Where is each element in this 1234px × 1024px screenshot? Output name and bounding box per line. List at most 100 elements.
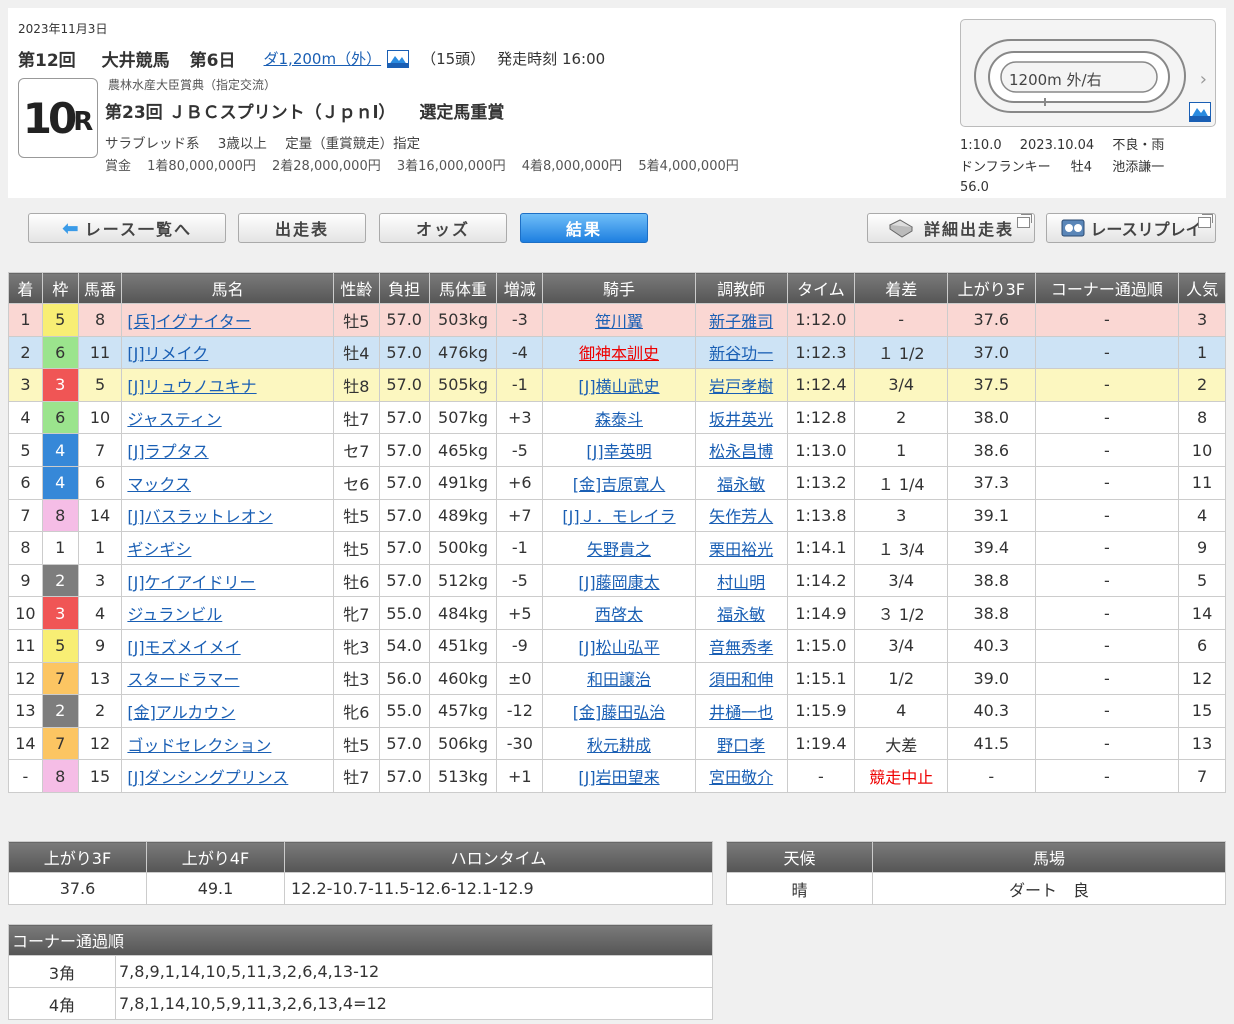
jockey-link[interactable]: 矢野貴之 xyxy=(587,540,651,559)
col-waku[interactable]: 枠 xyxy=(41,272,79,304)
jockey-link[interactable]: [J]松山弘平 xyxy=(578,638,659,657)
result-row: 4 6 10 ジャスティン 牡7 57.0 507kg +3 森泰斗 坂井英光 1:12.8 2 38.… xyxy=(8,400,1226,435)
horse-name-link[interactable]: [J]モズメイメイ xyxy=(127,638,240,657)
back-arrow-icon: ⬅ xyxy=(62,216,79,240)
race-number-badge: 10 R xyxy=(18,78,98,158)
col-sex-age[interactable]: 性齢 xyxy=(332,272,380,304)
horse-name-link[interactable]: [J]ケイアイドリー xyxy=(127,573,255,592)
col-horse-number[interactable]: 馬番 xyxy=(77,272,123,304)
trainer-link[interactable]: 村山明 xyxy=(717,573,765,592)
last-3f-cell: 37.6 xyxy=(947,303,1036,337)
body-weight-cell: 500kg xyxy=(428,531,498,565)
race-list-button[interactable]: ⬅ レース一覧へ xyxy=(28,213,226,243)
trainer-link[interactable]: 須田和伸 xyxy=(709,670,773,689)
course-map-icon[interactable] xyxy=(387,49,410,68)
jockey-link[interactable]: [J]岩田望来 xyxy=(578,768,659,787)
position-cell: 3 xyxy=(8,368,43,402)
trainer-cell: 矢作芳人 xyxy=(694,498,788,533)
jockey-link[interactable]: 秋元耕成 xyxy=(587,736,651,755)
trainer-link[interactable]: 福永敏 xyxy=(717,605,765,624)
trainer-cell: 新谷功一 xyxy=(694,335,788,370)
col-margin[interactable]: 着差 xyxy=(854,272,949,304)
col-position[interactable]: 着 xyxy=(8,272,43,304)
col-last-3f: 上がり3F xyxy=(8,841,147,873)
body-weight-cell: 513kg xyxy=(428,759,498,793)
trainer-link[interactable]: 栗田裕光 xyxy=(709,540,773,559)
horse-name-cell: ゴッドセレクション xyxy=(121,726,334,761)
last-3f-cell: 39.1 xyxy=(947,498,1036,533)
trainer-link[interactable]: 岩戸孝樹 xyxy=(709,377,773,396)
jockey-cell: [J]横山武史 xyxy=(542,368,696,402)
horse-name-cell: [J]バスラットレオン xyxy=(121,498,334,533)
popularity-cell: 14 xyxy=(1178,596,1226,630)
detail-entries-button[interactable]: 詳細出走表 xyxy=(867,213,1035,243)
condition-age: 3歳以上 xyxy=(217,136,267,152)
horse-name-link[interactable]: [兵]イグナイター xyxy=(127,312,251,331)
horse-name-link[interactable]: ギシギシ xyxy=(127,540,191,559)
col-weight-change[interactable]: 増減 xyxy=(496,272,544,304)
jockey-link[interactable]: 西啓太 xyxy=(595,605,643,624)
jockey-link[interactable]: [金]吉原寛人 xyxy=(573,475,666,494)
popularity-cell: 15 xyxy=(1178,694,1226,728)
trainer-link[interactable]: 矢作芳人 xyxy=(709,507,773,526)
horse-name-link[interactable]: [J]ダンシングプリンス xyxy=(127,768,288,787)
jockey-link[interactable]: [金]藤田弘治 xyxy=(573,703,666,722)
jockey-link[interactable]: 森泰斗 xyxy=(595,410,643,429)
col-last-3f[interactable]: 上がり3F xyxy=(947,272,1036,304)
jockey-link[interactable]: [J]Ｊ．モレイラ xyxy=(562,507,675,526)
horse-name-link[interactable]: [J]リメイク xyxy=(127,344,208,363)
jockey-link[interactable]: 和田譲治 xyxy=(587,670,651,689)
trainer-link[interactable]: 福永敏 xyxy=(717,475,765,494)
course-link[interactable]: ダ1,200m（外） xyxy=(264,48,382,69)
sex-age-cell: 牡4 xyxy=(332,335,380,370)
horse-name-link[interactable]: ゴッドセレクション xyxy=(127,736,271,755)
trainer-link[interactable]: 松永昌博 xyxy=(709,442,773,461)
jockey-link[interactable]: [J]幸英明 xyxy=(586,442,651,461)
tab-entries[interactable]: 出走表 xyxy=(238,213,366,243)
time-cell: 1:12.8 xyxy=(786,400,856,435)
trainer-link[interactable]: 新谷功一 xyxy=(709,344,773,363)
race-replay-button[interactable]: レースリプレイ xyxy=(1046,213,1216,243)
trainer-link[interactable]: 井樋一也 xyxy=(709,703,773,722)
col-trainer[interactable]: 調教師 xyxy=(694,272,788,304)
trainer-link[interactable]: 音無秀孝 xyxy=(709,638,773,657)
col-weight-carried[interactable]: 負担 xyxy=(378,272,430,304)
jockey-link[interactable]: [J]横山武史 xyxy=(578,377,659,396)
course-map-icon[interactable] xyxy=(1189,102,1211,122)
tab-result[interactable]: 結果 xyxy=(520,213,648,243)
horse-name-link[interactable]: [J]バスラットレオン xyxy=(127,507,272,526)
position-cell: 13 xyxy=(8,694,43,728)
corner-row: 3角 7,8,9,1,14,10,5,11,3,2,6,4,13-12 xyxy=(8,955,713,988)
waku-cell: 3 xyxy=(41,368,79,402)
trainer-cell: 福永敏 xyxy=(694,596,788,630)
col-popularity[interactable]: 人気 xyxy=(1178,272,1226,304)
sex-age-cell: 牡6 xyxy=(332,563,380,598)
horse-name-link[interactable]: マックス xyxy=(127,475,191,494)
margin-cell: １ 1/4 xyxy=(854,465,949,500)
record-horse: ドンフランキー xyxy=(960,160,1051,175)
horse-name-cell: ジャスティン xyxy=(121,400,334,435)
jockey-link[interactable]: [J]藤岡康太 xyxy=(578,573,659,592)
horse-name-link[interactable]: [J]リュウノユキナ xyxy=(127,377,256,396)
jockey-link[interactable]: 笹川翼 xyxy=(595,312,643,331)
col-corner-order[interactable]: コーナー通過順 xyxy=(1034,272,1180,304)
trainer-link[interactable]: 坂井英光 xyxy=(709,410,773,429)
jockey-link[interactable]: 御神本訓史 xyxy=(579,344,659,363)
horse-name-link[interactable]: [金]アルカウン xyxy=(127,703,235,722)
condition-weight: 定量（重賞競走）指定 xyxy=(285,136,421,152)
col-jockey[interactable]: 騎手 xyxy=(542,272,696,304)
col-body-weight[interactable]: 馬体重 xyxy=(428,272,498,304)
tab-odds[interactable]: オッズ xyxy=(379,213,507,243)
col-time[interactable]: タイム xyxy=(786,272,856,304)
horse-name-cell: [J]ダンシングプリンス xyxy=(121,759,334,793)
horse-name-link[interactable]: スタードラマー xyxy=(127,670,239,689)
trainer-link[interactable]: 宮田敬介 xyxy=(709,768,773,787)
horse-name-link[interactable]: ジャスティン xyxy=(127,410,221,429)
track-diagram-button[interactable]: 1200m 外/右 › xyxy=(960,19,1216,127)
trainer-link[interactable]: 野口孝 xyxy=(717,736,765,755)
horse-name-link[interactable]: ジュランビル xyxy=(127,605,222,624)
trainer-link[interactable]: 新子雅司 xyxy=(709,312,773,331)
col-horse-name[interactable]: 馬名 xyxy=(121,272,334,304)
horse-name-cell: マックス xyxy=(121,465,334,500)
horse-name-link[interactable]: [J]ラプタス xyxy=(127,442,208,461)
